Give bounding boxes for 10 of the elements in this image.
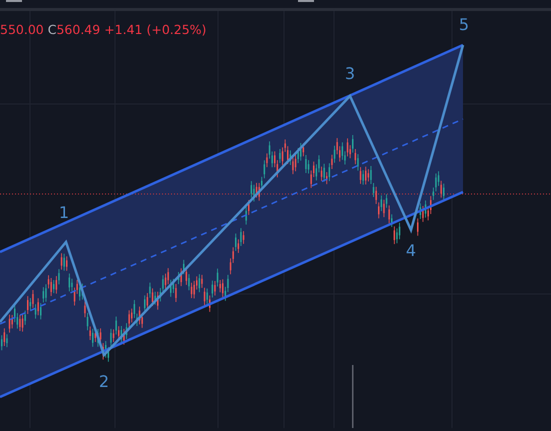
open-value: 550.00 (0, 22, 44, 37)
wave-label: 5 (458, 15, 470, 34)
wave-label: 4 (406, 241, 416, 260)
wave-label: 2 (98, 372, 110, 391)
close-value: 560.49 (56, 22, 100, 37)
change-percent: (+0.25%) (146, 22, 206, 37)
change-value: +1.41 (104, 22, 143, 37)
close-label: C (48, 22, 56, 37)
wave-label: 1 (58, 203, 70, 222)
wave-label: 3 (344, 64, 356, 83)
